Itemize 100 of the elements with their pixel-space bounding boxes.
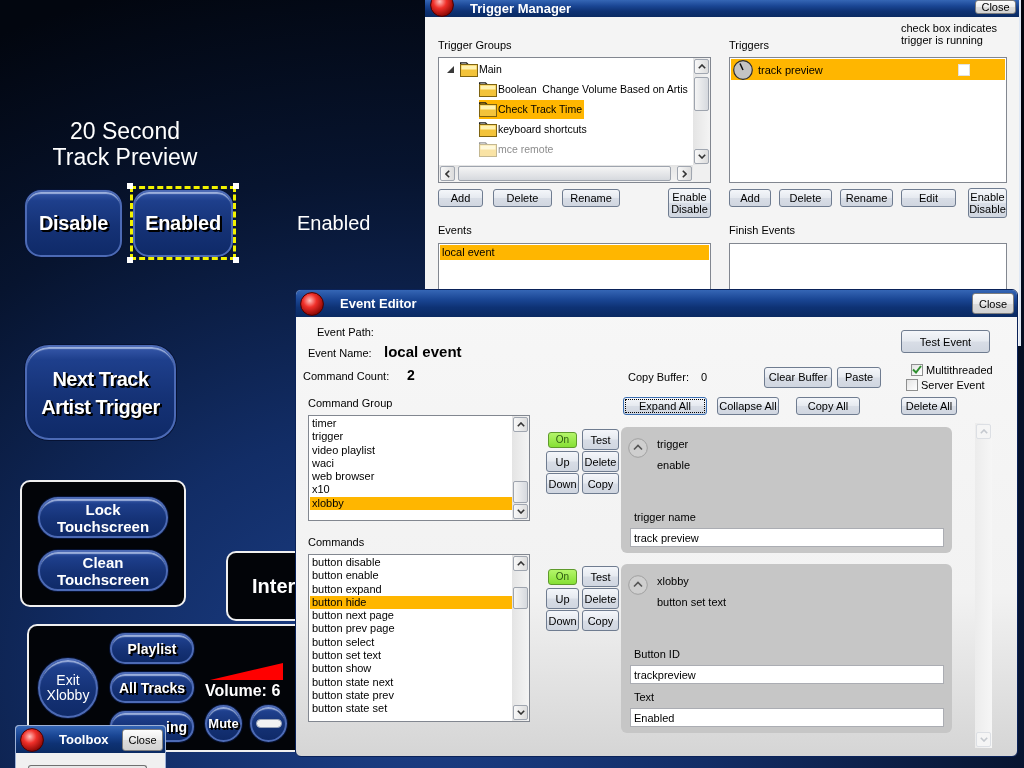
list-item[interactable]: button expand (310, 582, 512, 596)
action-button[interactable]: Delete All (901, 397, 957, 415)
exit-button[interactable]: Exit Xlobby (38, 658, 98, 718)
command-button[interactable]: Delete (582, 451, 619, 472)
list-box[interactable]: timer trigger video playlist waci web browser x10 xlobby (308, 415, 530, 521)
list-item[interactable]: x10 (310, 483, 512, 497)
scroll-right-button[interactable] (677, 166, 692, 181)
list-item[interactable]: button state next (310, 675, 512, 689)
nav-button[interactable]: All Tracks (110, 672, 194, 703)
resize-handle[interactable] (233, 183, 239, 189)
action-button[interactable]: Enable Disable (668, 188, 711, 218)
list-box[interactable]: local event (438, 243, 711, 289)
action-button[interactable]: Expand All (623, 397, 707, 415)
scroll-thumb[interactable] (513, 587, 528, 609)
action-button[interactable]: Copy All (796, 397, 860, 415)
list-item[interactable]: button hide (310, 595, 512, 610)
checkbox[interactable] (906, 378, 918, 391)
close-button[interactable]: Close (122, 728, 163, 751)
scroll-down-button[interactable] (513, 705, 528, 720)
resize-handle[interactable] (233, 257, 239, 263)
action-button[interactable]: Collapse All (717, 397, 779, 415)
resize-handle[interactable] (127, 257, 133, 263)
state-button[interactable]: Disable (25, 190, 122, 257)
text-input[interactable]: track preview (630, 528, 944, 547)
command-button[interactable]: Delete (582, 588, 619, 609)
text-input[interactable]: Enabled (630, 708, 944, 727)
close-button[interactable]: Close (975, 0, 1016, 14)
action-button[interactable]: Delete (779, 189, 832, 207)
mute-button[interactable]: Mute (205, 705, 242, 742)
close-button[interactable]: Close (972, 293, 1014, 314)
chevron-circle-icon[interactable] (628, 575, 648, 595)
list-box[interactable]: track preview (729, 57, 1007, 183)
list-item[interactable]: timer (310, 417, 512, 431)
list-item[interactable]: button select (310, 635, 512, 650)
action-button[interactable]: Enable Disable (968, 188, 1007, 218)
command-button[interactable]: Down (546, 473, 579, 494)
chevron-circle-icon[interactable] (628, 438, 648, 458)
touchscreen-button[interactable]: Clean Touchscreen (38, 550, 168, 591)
list-item[interactable]: button prev page (310, 622, 512, 636)
command-button[interactable]: Up (546, 451, 579, 472)
list-item[interactable]: xlobby (310, 496, 512, 511)
list-item[interactable]: trigger (310, 430, 512, 444)
on-toggle[interactable]: On (548, 568, 577, 585)
list-item[interactable]: button disable (310, 556, 512, 570)
list-item[interactable]: button state prev (310, 688, 512, 703)
scroll-thumb[interactable] (694, 77, 709, 111)
test-event-button[interactable]: Test Event (901, 330, 990, 353)
command-button[interactable]: Test (582, 429, 619, 450)
action-button[interactable]: Rename (562, 189, 620, 207)
command-button[interactable]: Test (582, 566, 619, 587)
touchscreen-button[interactable]: Lock Touchscreen (38, 497, 168, 538)
on-toggle[interactable]: On (548, 431, 577, 448)
list-item[interactable]: track preview (731, 59, 1005, 80)
text-input[interactable]: trackpreview (630, 665, 944, 684)
scroll-thumb[interactable] (458, 166, 671, 181)
list-item[interactable]: button state set (310, 702, 512, 716)
scroll-left-button[interactable] (440, 166, 455, 181)
scroll-up-button[interactable] (513, 556, 528, 571)
scroll-up-button[interactable] (694, 59, 709, 74)
action-button[interactable]: Rename (840, 189, 893, 207)
scroll-down-button[interactable] (513, 504, 528, 519)
next-track-button[interactable]: Next Track Artist Trigger (25, 345, 176, 440)
scroll-up-button[interactable] (513, 417, 528, 432)
list-item[interactable]: web browser (310, 470, 512, 484)
volume-down-button[interactable] (250, 705, 287, 742)
action-button[interactable]: Add (729, 189, 771, 207)
vertical-scrollbar[interactable] (512, 416, 529, 520)
action-button[interactable]: Edit (901, 189, 956, 207)
tree-item[interactable]: Check Track Time (479, 99, 585, 119)
list-item[interactable]: waci (310, 456, 512, 471)
tree-item[interactable]: Boolean Change Volume Based on Artis (479, 79, 690, 99)
scroll-thumb[interactable] (513, 481, 528, 503)
command-button[interactable]: Down (546, 610, 579, 631)
tree-item[interactable]: Main (460, 59, 504, 79)
command-button[interactable]: Up (546, 588, 579, 609)
list-box[interactable]: button disable button enable button expand button hide button next page button prev page button select button set text button show button state next button state prev button state set (308, 554, 530, 722)
scroll-down-button[interactable] (694, 149, 709, 164)
triangle-icon[interactable] (447, 65, 454, 73)
toolbox-button[interactable] (28, 765, 147, 768)
action-button[interactable]: Delete (493, 189, 552, 207)
resize-handle[interactable] (127, 183, 133, 189)
selection-frame[interactable] (127, 183, 239, 263)
command-button[interactable]: Copy (582, 473, 619, 494)
list-item[interactable]: button enable (310, 569, 512, 583)
vertical-scrollbar[interactable] (512, 555, 529, 721)
action-button[interactable]: Clear Buffer (764, 366, 833, 388)
list-box[interactable] (729, 243, 1007, 289)
list-item[interactable]: button show (310, 662, 512, 676)
state-button[interactable]: Enabled (133, 190, 233, 257)
checkbox[interactable] (911, 363, 923, 376)
action-button[interactable]: Paste (837, 366, 882, 388)
action-button[interactable]: Add (438, 189, 483, 207)
command-button[interactable]: Copy (582, 610, 619, 631)
tree-item[interactable]: keyboard shortcuts (479, 119, 589, 139)
nav-button[interactable]: Playlist (110, 633, 194, 664)
list-item[interactable]: video playlist (310, 443, 512, 457)
list-item[interactable]: local event (440, 245, 709, 260)
vertical-scrollbar[interactable] (693, 58, 710, 165)
list-item[interactable]: button set text (310, 649, 512, 663)
list-item[interactable]: button next page (310, 609, 512, 623)
